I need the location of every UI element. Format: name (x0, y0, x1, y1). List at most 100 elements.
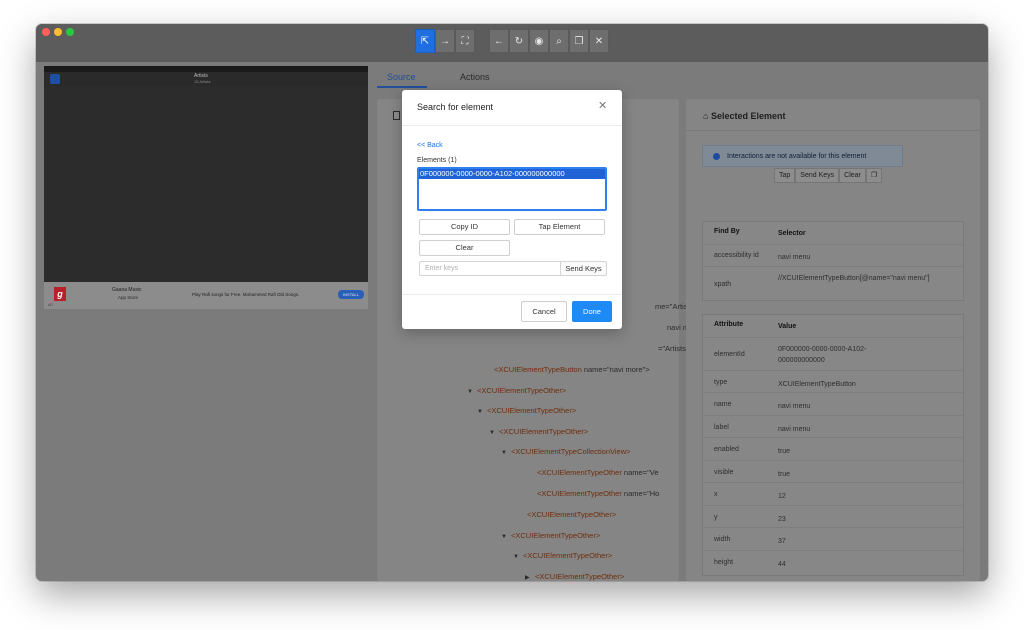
elements-count-label: Elements (1) (417, 157, 457, 164)
swipe-mode-button[interactable]: → (435, 29, 455, 53)
tree-node[interactable]: <XCUIElementTypeButton name="navi more"> (484, 365, 650, 374)
copy-attributes-button[interactable]: ❐ (865, 168, 883, 183)
attribute-name: y (714, 514, 718, 521)
send-keys-button[interactable]: Send Keys (795, 168, 840, 183)
find-by-selector[interactable]: //XCUIElementTypeButton[@name="navi menu… (778, 273, 950, 284)
selected-element-title: ⌂ Selected Element (703, 111, 785, 121)
tap-element-button[interactable]: Tap Element (514, 219, 605, 235)
find-by-selector[interactable]: navi menu (778, 252, 950, 263)
attribute-name: height (714, 559, 734, 566)
find-by-header-col2: Selector (778, 230, 806, 237)
tree-node-tag: <XCUIElementTypeOther> (527, 510, 617, 519)
search-icon: ⌕ (556, 35, 562, 47)
find-by-table: Find By Selector accessibility id navi m… (702, 221, 964, 301)
tap-by-coordinates-icon: ⛶ (461, 35, 469, 47)
tag-icon: ⌂ (703, 111, 711, 121)
divider (686, 130, 980, 131)
search-element-button[interactable]: ⌕ (549, 29, 569, 53)
attribute-value[interactable]: 0F000000-0000-0000-A102-000000000000 (778, 344, 908, 366)
copy-id-button[interactable]: Copy ID (419, 219, 510, 235)
attribute-value[interactable]: navi menu (778, 424, 950, 435)
device-screenshot[interactable]: Artists 15 Artists g Gaana Music App Sto… (44, 66, 368, 309)
attribute-value[interactable]: true (778, 469, 950, 480)
refresh-icon: ↻ (514, 35, 524, 47)
attribute-value[interactable]: true (778, 446, 950, 457)
tree-node[interactable]: ▼ <XCUIElementTypeOther> (501, 531, 600, 540)
tree-node[interactable]: ▼ <XCUIElementTypeCollectionView> (501, 447, 631, 456)
window-close-button[interactable] (42, 28, 50, 36)
back-button[interactable]: ← (489, 29, 509, 53)
tree-node[interactable]: ▼ <XCUIElementTypeOther> (477, 406, 576, 415)
table-row: type XCUIElementTypeButton (703, 370, 963, 392)
expand-caret-icon[interactable]: ▼ (501, 534, 511, 540)
copy-icon: ❐ (870, 172, 878, 179)
tree-node[interactable]: <XCUIElementTypeOther name="Ve (527, 468, 659, 477)
table-row: label navi menu (703, 415, 963, 437)
attribute-name: visible (714, 469, 734, 476)
expand-caret-icon[interactable]: ▼ (467, 389, 477, 395)
expand-caret-icon[interactable]: ▶ (525, 574, 535, 581)
window-zoom-button[interactable] (66, 28, 74, 36)
attribute-name: x (714, 491, 718, 498)
show-recorder-button[interactable]: ◉ (529, 29, 549, 53)
table-row: xpath //XCUIElementTypeButton[@name="nav… (703, 266, 963, 300)
expand-caret-icon[interactable]: ▼ (501, 450, 511, 456)
copy-xml-button[interactable]: ❐ (569, 29, 589, 53)
tree-node-tag: <XCUIElementTypeOther> (535, 572, 625, 581)
expand-caret-icon[interactable]: ▼ (513, 554, 523, 560)
tree-node[interactable]: <XCUIElementTypeOther> (517, 510, 616, 519)
window-minimize-button[interactable] (54, 28, 62, 36)
modal-close-button[interactable]: ✕ (598, 101, 607, 112)
table-row: accessibility id navi menu (703, 244, 963, 266)
tree-node[interactable]: <XCUIElementTypeOther name="Ho (527, 489, 659, 498)
clear-button[interactable]: Clear (839, 168, 866, 183)
selected-element-panel: ⌂ Selected Element Interactions are not … (686, 99, 980, 581)
clear-button[interactable]: Clear (419, 240, 510, 256)
tree-node-tag: <XCUIElementTypeOther> (487, 406, 577, 415)
send-keys-button[interactable]: Send Keys (560, 261, 607, 276)
back-link[interactable]: << Back (417, 142, 443, 149)
table-row: name navi menu (703, 392, 963, 415)
device-ad-banner[interactable]: g Gaana Music App Store Play Rafi songs … (44, 282, 368, 309)
cancel-button[interactable]: Cancel (521, 301, 567, 322)
tree-node-tag: <XCUIElementTypeOther> (523, 551, 613, 560)
attribute-value[interactable]: 37 (778, 536, 950, 547)
tree-node[interactable]: ▼ <XCUIElementTypeOther> (513, 551, 612, 560)
tap-coordinates-mode-button[interactable]: ⛶ (455, 29, 475, 53)
info-banner-text: Interactions are not available for this … (727, 153, 867, 160)
quit-session-button[interactable]: ✕ (589, 29, 609, 53)
refresh-button[interactable]: ↻ (509, 29, 529, 53)
tap-button[interactable]: Tap (774, 168, 796, 183)
list-item[interactable]: 0F000000-0000-0000-A102-000000000000 (419, 169, 605, 179)
tree-node[interactable]: ▼ <XCUIElementTypeOther> (467, 386, 566, 395)
attribute-value[interactable]: 23 (778, 514, 950, 525)
attribute-value[interactable]: XCUIElementTypeButton (778, 379, 950, 390)
toolbar-mode-group: ⇱ → ⛶ (415, 29, 475, 53)
tab-source[interactable]: Source (387, 72, 416, 82)
device-content-area[interactable] (44, 86, 368, 282)
tree-node[interactable]: ▼ <XCUIElementTypeOther> (489, 427, 588, 436)
attributes-header: Attribute Value (703, 321, 963, 335)
eye-icon: ◉ (534, 35, 544, 47)
attribute-value[interactable]: 44 (778, 559, 950, 570)
tab-actions[interactable]: Actions (460, 72, 490, 82)
table-row: elementId 0F000000-0000-0000-A102-0000000… (703, 337, 963, 370)
expand-caret-icon[interactable]: ▼ (477, 409, 487, 415)
tree-node[interactable]: ▶ <XCUIElementTypeOther> (525, 572, 624, 581)
keys-input[interactable]: Enter keys (419, 261, 560, 276)
attribute-value[interactable]: navi menu (778, 401, 950, 412)
done-button[interactable]: Done (572, 301, 612, 322)
ad-install-button[interactable]: INSTALL (338, 290, 364, 299)
attribute-value[interactable]: 12 (778, 491, 950, 502)
navi-menu-highlight[interactable] (50, 74, 60, 84)
back-icon: ← (494, 35, 504, 47)
select-mode-button[interactable]: ⇱ (415, 29, 435, 53)
table-row: enabled true (703, 437, 963, 460)
find-by-header-col1: Find By (714, 228, 740, 235)
attribute-name: type (714, 379, 728, 386)
expand-caret-icon[interactable]: ▼ (489, 430, 499, 436)
tree-node-tag: <XCUIElementTypeOther> (477, 386, 567, 395)
select-icon: ⇱ (420, 35, 430, 47)
elements-list[interactable]: 0F000000-0000-0000-A102-000000000000 (417, 167, 607, 211)
attribute-name: label (714, 424, 729, 431)
